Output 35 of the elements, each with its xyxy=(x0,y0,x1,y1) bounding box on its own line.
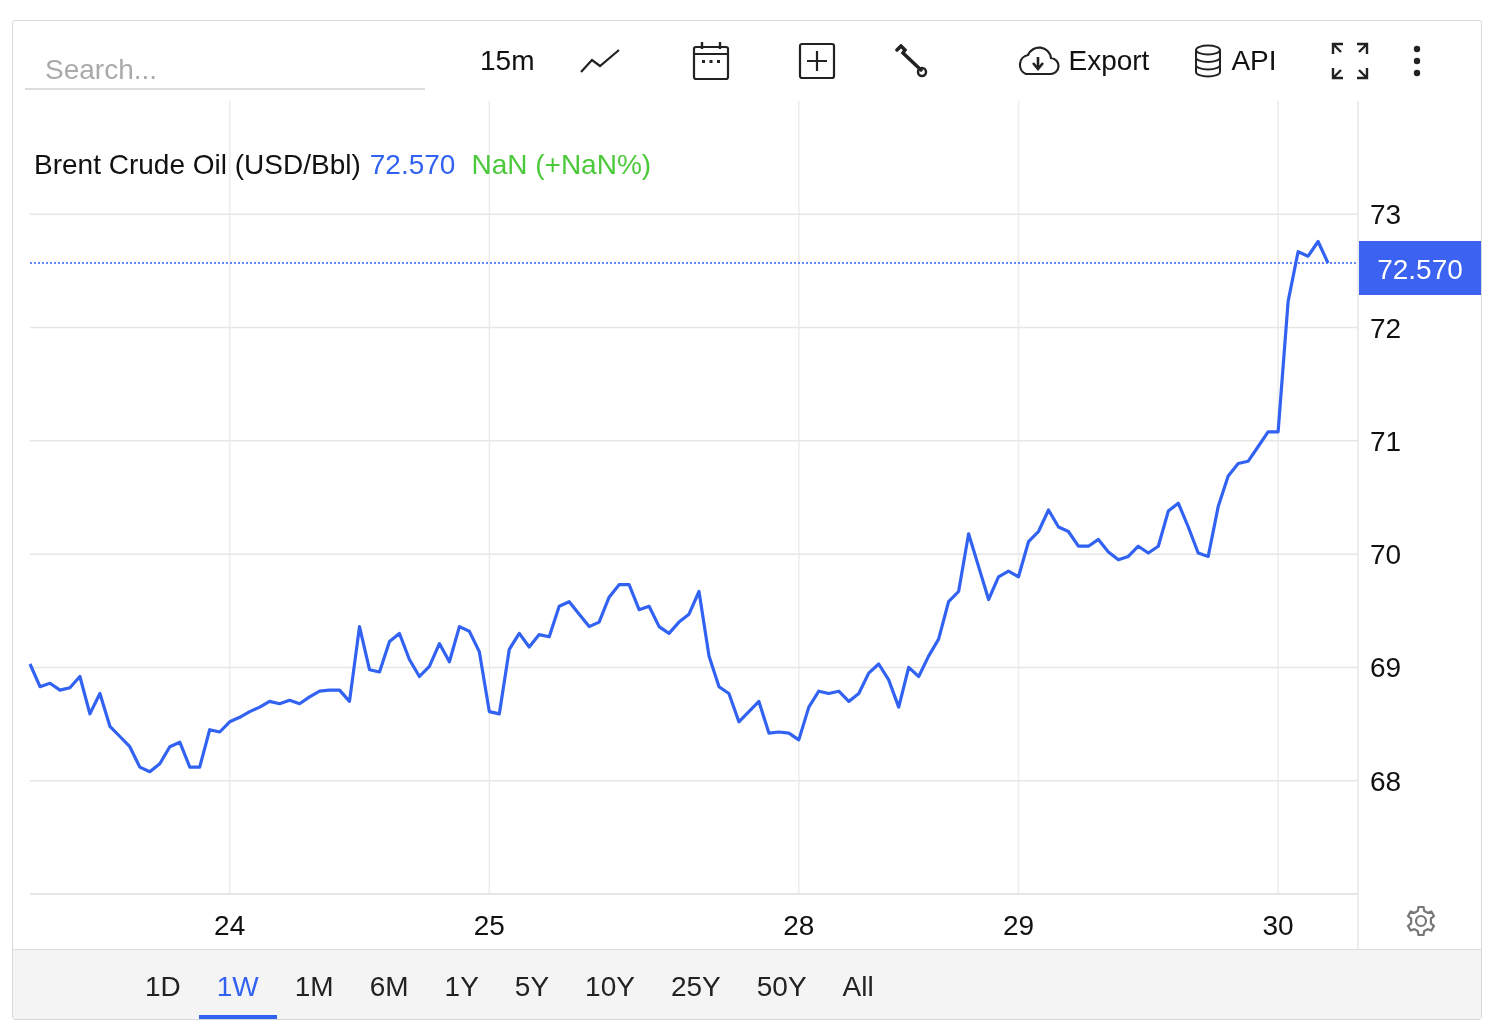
calendar-icon[interactable] xyxy=(692,41,731,81)
range-tab[interactable]: 1Y xyxy=(426,950,497,1019)
y-axis-label: 69 xyxy=(1370,652,1402,684)
y-axis-label: 70 xyxy=(1370,539,1402,571)
y-axis-label: 68 xyxy=(1370,765,1402,797)
chart-title: Brent Crude Oil (USD/Bbl) 72.570 NaN (+NaN%) xyxy=(34,149,652,180)
wrench-icon[interactable] xyxy=(894,44,929,78)
range-tab[interactable]: All xyxy=(824,950,892,1019)
range-tab[interactable]: 50Y xyxy=(738,950,825,1019)
x-axis-label: 30 xyxy=(1262,910,1294,941)
line-chart-icon[interactable] xyxy=(580,48,621,74)
x-axis-label: 24 xyxy=(214,910,246,941)
add-box-icon[interactable] xyxy=(798,42,837,80)
settings-icon[interactable] xyxy=(1405,905,1437,937)
range-tab[interactable]: 1M xyxy=(276,950,352,1019)
api-button[interactable]: API xyxy=(1193,44,1277,78)
y-axis-label: 71 xyxy=(1370,425,1402,457)
fullscreen-icon[interactable] xyxy=(1330,42,1369,80)
price-tag: 72.570 xyxy=(1359,241,1481,295)
database-icon xyxy=(1193,44,1224,78)
y-axis-label: 73 xyxy=(1370,199,1402,231)
range-tab[interactable]: 10Y xyxy=(567,950,653,1019)
range-tab[interactable]: 1W xyxy=(198,950,277,1019)
range-tab[interactable]: 6M xyxy=(351,950,427,1019)
interval-button[interactable]: 15m xyxy=(480,45,535,77)
more-options-icon[interactable] xyxy=(1412,45,1421,77)
x-axis-label: 28 xyxy=(783,910,815,941)
range-tab[interactable]: 5Y xyxy=(496,950,568,1019)
search-field[interactable]: Search... xyxy=(25,52,425,90)
x-axis-label: 29 xyxy=(1002,910,1035,941)
x-axis-label: 25 xyxy=(473,910,505,941)
y-axis-label: 72 xyxy=(1370,312,1402,344)
range-tab[interactable]: 25Y xyxy=(652,950,739,1019)
range-tab[interactable]: 1D xyxy=(127,950,199,1019)
export-button[interactable]: Export xyxy=(1014,45,1150,77)
